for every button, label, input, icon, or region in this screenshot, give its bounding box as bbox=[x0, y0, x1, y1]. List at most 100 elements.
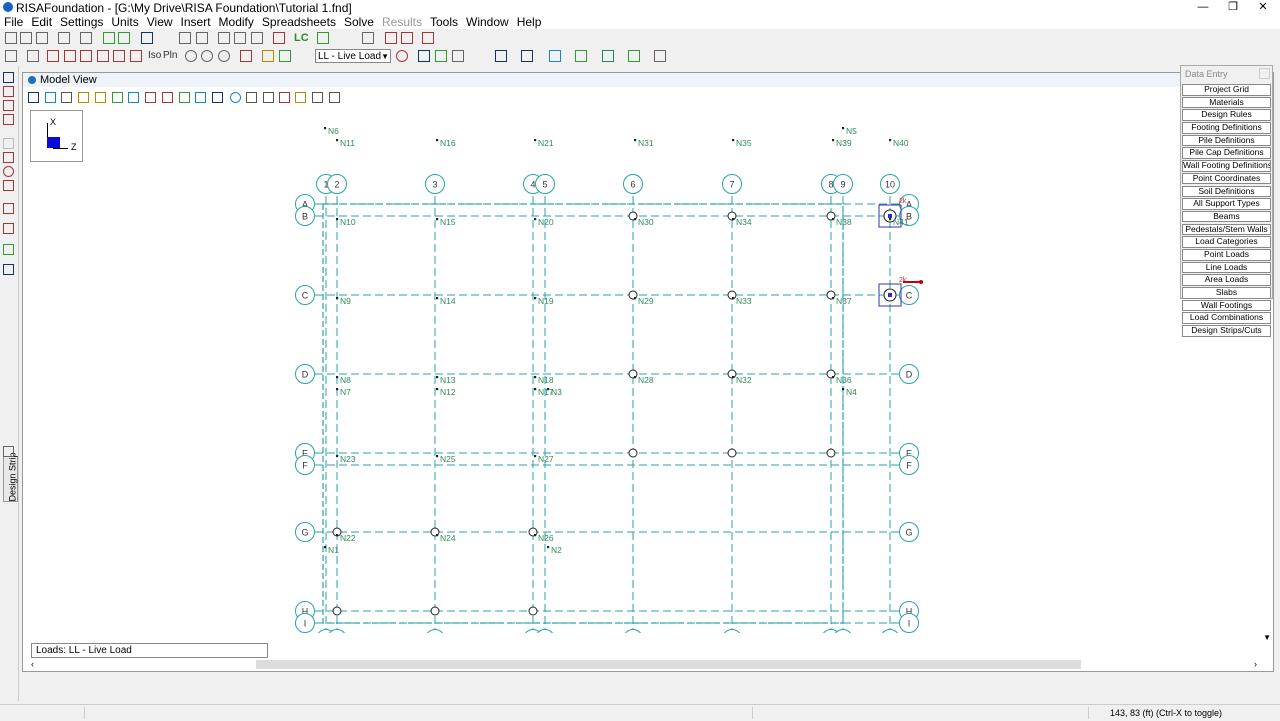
menu-tools[interactable]: Tools bbox=[426, 15, 462, 29]
rotate-x-icon[interactable] bbox=[47, 50, 59, 62]
new-view-icon[interactable] bbox=[179, 32, 191, 44]
node-point[interactable] bbox=[732, 376, 735, 379]
data-entry-point-coordinates[interactable]: Point Coordinates bbox=[1182, 172, 1271, 185]
node-point[interactable] bbox=[534, 534, 537, 537]
node-point[interactable] bbox=[534, 388, 537, 391]
circle-icon[interactable] bbox=[3, 100, 14, 111]
data-entry-point-loads[interactable]: Point Loads bbox=[1182, 248, 1271, 261]
data-entry-load-combinations[interactable]: Load Combinations bbox=[1182, 312, 1271, 324]
data-entry-beams[interactable]: Beams bbox=[1182, 210, 1271, 223]
unselect-icon[interactable] bbox=[3, 138, 14, 149]
node-point[interactable] bbox=[832, 297, 835, 300]
node-point[interactable] bbox=[547, 388, 550, 391]
solve-icon[interactable] bbox=[273, 32, 285, 44]
node-point[interactable] bbox=[634, 218, 637, 221]
node-point[interactable] bbox=[547, 546, 550, 549]
node-point[interactable] bbox=[436, 388, 439, 391]
menu-solve[interactable]: Solve bbox=[340, 15, 378, 29]
node-point[interactable] bbox=[832, 218, 835, 221]
menu-settings[interactable]: Settings bbox=[56, 15, 107, 29]
load-combo-button[interactable]: LC bbox=[294, 32, 309, 44]
data-entry-area-loads[interactable]: Area Loads bbox=[1182, 274, 1271, 286]
spreadsheet-icon[interactable] bbox=[196, 32, 208, 44]
data-entry-line-loads[interactable]: Line Loads bbox=[1182, 261, 1271, 274]
line-icon[interactable] bbox=[549, 50, 561, 62]
invert-icon[interactable] bbox=[3, 203, 14, 214]
node-point[interactable] bbox=[436, 297, 439, 300]
node-point[interactable] bbox=[436, 534, 439, 537]
rotate-z-icon[interactable] bbox=[80, 50, 92, 62]
iso-view-button[interactable]: Iso bbox=[148, 50, 161, 61]
rotate-y-icon[interactable] bbox=[64, 50, 76, 62]
node-point[interactable] bbox=[436, 376, 439, 379]
design-strip-tab[interactable]: Design Strip bbox=[3, 452, 18, 502]
eraser-icon[interactable] bbox=[422, 32, 434, 44]
pile-marker[interactable] bbox=[628, 448, 638, 458]
scroll-down-icon[interactable]: ▼ bbox=[1263, 633, 1271, 642]
model-plan-drawing[interactable]: 1122334455667788991010AABBCCDDEEFFGGHHII… bbox=[23, 73, 1273, 633]
retrieve-selection-icon[interactable] bbox=[3, 264, 14, 275]
node-point[interactable] bbox=[889, 218, 892, 221]
menu-file[interactable]: File bbox=[0, 15, 27, 29]
rotate-neg-z-icon[interactable] bbox=[130, 50, 142, 62]
node-point[interactable] bbox=[842, 388, 845, 391]
stop-icon[interactable] bbox=[396, 50, 408, 62]
box-select-icon[interactable] bbox=[3, 86, 14, 97]
node-point[interactable] bbox=[534, 297, 537, 300]
menu-help[interactable]: Help bbox=[513, 15, 546, 29]
dimension-icon[interactable] bbox=[654, 50, 666, 62]
node-point[interactable] bbox=[634, 139, 637, 142]
rotate-neg-y-icon[interactable] bbox=[113, 50, 125, 62]
node-point[interactable] bbox=[732, 297, 735, 300]
node-point[interactable] bbox=[889, 139, 892, 142]
menu-window[interactable]: Window bbox=[462, 15, 513, 29]
load-category-select[interactable]: LL - Live Load ▼ bbox=[315, 49, 391, 63]
save-selection-icon[interactable] bbox=[3, 244, 14, 255]
node-point[interactable] bbox=[324, 546, 327, 549]
bar-icon[interactable] bbox=[251, 32, 263, 44]
node-point[interactable] bbox=[832, 376, 835, 379]
pile-marker[interactable] bbox=[332, 606, 342, 616]
node-point[interactable] bbox=[732, 139, 735, 142]
node-point[interactable] bbox=[534, 376, 537, 379]
pile-marker[interactable] bbox=[430, 606, 440, 616]
edit-icon[interactable] bbox=[362, 32, 374, 44]
node-point[interactable] bbox=[634, 297, 637, 300]
data-entry-pile-definitions[interactable]: Pile Definitions bbox=[1182, 134, 1271, 147]
zoom-in-icon[interactable] bbox=[185, 50, 197, 62]
globe-icon[interactable] bbox=[141, 32, 153, 44]
plan-view-button[interactable]: Pln bbox=[163, 50, 177, 61]
restore-button[interactable]: ❐ bbox=[1218, 0, 1248, 15]
fill-icon[interactable] bbox=[575, 50, 587, 62]
draw-icon[interactable] bbox=[3, 114, 14, 125]
data-entry-close-icon[interactable] bbox=[1259, 68, 1270, 79]
select-icon[interactable] bbox=[3, 72, 14, 83]
clone-icon[interactable] bbox=[279, 50, 291, 62]
pedestal-icon[interactable] bbox=[602, 50, 614, 62]
node-point[interactable] bbox=[436, 139, 439, 142]
report-icon[interactable] bbox=[385, 32, 397, 44]
data-entry-pile-cap-definitions[interactable]: Pile Cap Definitions bbox=[1182, 147, 1271, 160]
node-labels-icon[interactable] bbox=[435, 50, 447, 62]
save-icon[interactable] bbox=[36, 32, 48, 44]
data-entry-pedestals-stem-walls[interactable]: Pedestals/Stem Walls bbox=[1182, 223, 1271, 236]
data-entry-slabs[interactable]: Slabs bbox=[1182, 287, 1271, 299]
node-point[interactable] bbox=[534, 218, 537, 221]
undo-icon[interactable] bbox=[103, 32, 115, 44]
polygon-select-icon[interactable] bbox=[3, 166, 14, 177]
new-file-icon[interactable] bbox=[5, 32, 17, 44]
close-button[interactable]: ✕ bbox=[1248, 0, 1278, 15]
menu-spreadsheets[interactable]: Spreadsheets bbox=[258, 15, 340, 29]
scroll-left-icon[interactable]: ‹ bbox=[31, 659, 34, 669]
node-point[interactable] bbox=[336, 388, 339, 391]
open-file-icon[interactable] bbox=[20, 32, 32, 44]
camera-icon[interactable] bbox=[27, 50, 39, 62]
node-point[interactable] bbox=[336, 218, 339, 221]
data-entry-load-categories[interactable]: Load Categories bbox=[1182, 236, 1271, 248]
redo-icon[interactable] bbox=[118, 32, 130, 44]
render-icon[interactable] bbox=[418, 50, 430, 62]
zoom-box-icon[interactable] bbox=[218, 50, 230, 62]
menu-view[interactable]: View bbox=[143, 15, 177, 29]
member-labels-icon[interactable] bbox=[452, 50, 464, 62]
slab-outline[interactable] bbox=[322, 203, 844, 624]
